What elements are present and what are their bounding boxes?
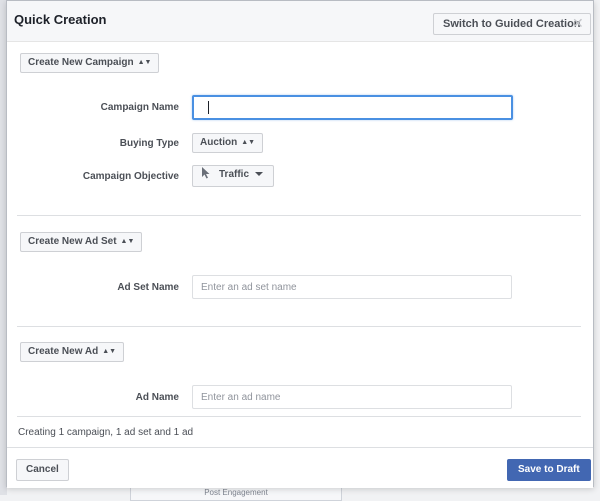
quick-creation-dialog: Quick Creation Switch to Guided Creation… — [6, 0, 594, 488]
dialog-title: Quick Creation — [14, 12, 107, 27]
create-new-ad-set-label: Create New Ad Set — [28, 236, 117, 247]
create-new-ad-dropdown[interactable]: Create New Ad ▲▼ — [20, 342, 125, 362]
buying-type-value: Auction — [200, 137, 238, 148]
close-icon[interactable]: ✕ — [572, 16, 584, 30]
create-new-campaign-dropdown[interactable]: Create New Campaign ▲▼ — [20, 53, 160, 73]
campaign-name-input[interactable] — [192, 95, 513, 120]
cancel-button[interactable]: Cancel — [16, 459, 69, 481]
section-divider — [17, 416, 581, 417]
creation-summary: Creating 1 campaign, 1 ad set and 1 ad — [18, 427, 194, 438]
updown-icon: ▲▼ — [102, 348, 117, 355]
dialog-footer: Cancel Save to Draft — [7, 447, 593, 488]
updown-icon: ▲▼ — [241, 139, 256, 146]
updown-icon: ▲▼ — [137, 59, 152, 66]
create-new-ad-set-dropdown[interactable]: Create New Ad Set ▲▼ — [20, 232, 143, 252]
ad-set-name-input[interactable] — [192, 275, 512, 299]
ad-name-input[interactable] — [192, 385, 512, 409]
switch-to-guided-creation-button[interactable]: Switch to Guided Creation — [433, 13, 591, 35]
section-divider — [17, 215, 581, 216]
campaign-objective-label: Campaign Objective — [82, 171, 179, 182]
ad-name-label: Ad Name — [135, 392, 179, 403]
create-new-ad-label: Create New Ad — [28, 346, 99, 357]
caret-down-icon — [255, 172, 264, 176]
ad-set-name-label: Ad Set Name — [117, 282, 179, 293]
updown-icon: ▲▼ — [120, 238, 135, 245]
section-divider — [17, 326, 581, 327]
text-cursor — [208, 101, 209, 114]
create-new-campaign-label: Create New Campaign — [28, 57, 134, 68]
buying-type-dropdown[interactable]: Auction ▲▼ — [192, 133, 264, 153]
background-tab: Post Engagement — [130, 487, 342, 501]
campaign-name-label: Campaign Name — [100, 102, 179, 113]
save-to-draft-button[interactable]: Save to Draft — [507, 459, 591, 481]
cursor-pointer-icon — [201, 166, 213, 186]
dialog-header: Quick Creation Switch to Guided Creation… — [7, 1, 593, 42]
campaign-objective-value: Traffic — [219, 169, 250, 180]
campaign-objective-dropdown[interactable]: Traffic — [192, 165, 275, 187]
buying-type-label: Buying Type — [119, 138, 179, 149]
